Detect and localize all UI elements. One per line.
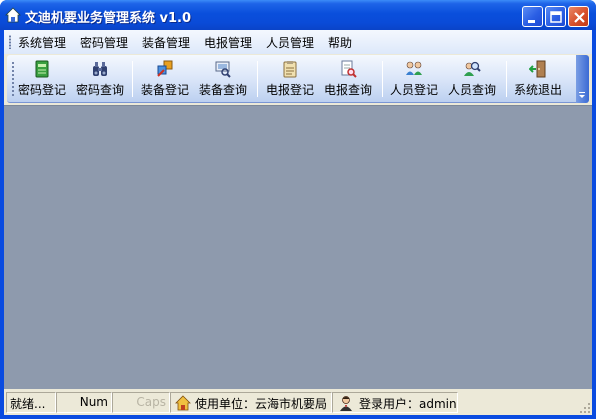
status-num: Num — [56, 392, 112, 413]
home-icon — [175, 395, 191, 411]
document-search-icon — [341, 60, 357, 78]
equipment-register-button[interactable]: 装备登记 — [139, 57, 191, 99]
system-exit-button[interactable]: 系统退出 — [512, 57, 564, 99]
minimize-button[interactable] — [522, 6, 543, 27]
toolbar-separator — [257, 61, 258, 97]
title-bar[interactable]: 文迪机要业务管理系统 v1.0 — [0, 0, 596, 30]
menu-bar: 系统管理 密码管理 装备管理 电报管理 人员管理 帮助 — [4, 30, 592, 54]
resize-grip-icon[interactable] — [579, 402, 591, 414]
status-bar: 就绪... Num Caps 使用单位：云海市机要局 登录用户：admin — [4, 389, 592, 415]
status-user-panel: 登录用户：admin — [332, 392, 458, 413]
minimize-icon — [528, 20, 535, 23]
close-icon — [574, 12, 585, 23]
status-user: 登录用户：admin — [359, 397, 457, 411]
maximize-button[interactable] — [545, 6, 566, 27]
binoculars-icon — [93, 62, 107, 76]
users-icon — [406, 61, 422, 75]
telegram-search-label: 电报查询 — [323, 83, 372, 97]
toolbar: 密码登记 密码查询 装备登记 装备查询 电报登记 电报查询 人员登记 人员查询 … — [7, 55, 589, 103]
personnel-register-button[interactable]: 人员登记 — [388, 57, 440, 99]
green-ledger-icon — [35, 60, 49, 78]
toolbar-separator — [506, 61, 507, 97]
toolbar-separator — [132, 61, 133, 97]
equipment-register-label: 装备登记 — [140, 83, 189, 97]
menu-password[interactable]: 密码管理 — [80, 34, 128, 51]
personnel-register-label: 人员登记 — [389, 83, 438, 97]
window-title: 文迪机要业务管理系统 v1.0 — [25, 11, 192, 26]
equipment-search-icon — [215, 61, 231, 78]
system-exit-label: 系统退出 — [513, 83, 562, 97]
status-ready: 就绪... — [6, 392, 56, 413]
menu-help[interactable]: 帮助 — [328, 34, 352, 51]
equipment-search-label: 装备查询 — [198, 83, 247, 97]
user-icon — [340, 396, 352, 411]
exit-door-icon — [529, 60, 546, 78]
equipment-search-button[interactable]: 装备查询 — [197, 57, 249, 99]
app-window: 文迪机要业务管理系统 v1.0 系统管理 密码管理 装备管理 电报管理 人员管理… — [0, 0, 596, 419]
menu-equipment[interactable]: 装备管理 — [142, 34, 190, 51]
status-unit: 使用单位：云海市机要局 — [195, 397, 328, 411]
close-button[interactable] — [568, 6, 589, 27]
menu-telegram[interactable]: 电报管理 — [204, 34, 252, 51]
password-register-button[interactable]: 密码登记 — [16, 57, 68, 99]
user-search-icon — [464, 61, 481, 76]
status-caps: Caps — [112, 392, 170, 413]
personnel-search-label: 人员查询 — [447, 83, 496, 97]
password-search-button[interactable]: 密码查询 — [74, 57, 126, 99]
telegram-search-button[interactable]: 电报查询 — [322, 57, 374, 99]
telegram-register-button[interactable]: 电报登记 — [264, 57, 316, 99]
toolbar-separator — [382, 61, 383, 97]
toolbar-overflow-button[interactable] — [576, 55, 589, 103]
password-register-label: 密码登记 — [17, 83, 66, 97]
toolbar-grip[interactable] — [12, 61, 14, 97]
personnel-search-button[interactable]: 人员查询 — [446, 57, 498, 99]
clipboard-icon — [283, 61, 297, 78]
client-area: 系统管理 密码管理 装备管理 电报管理 人员管理 帮助 密码登记 密码查询 装备… — [4, 30, 592, 415]
menu-system[interactable]: 系统管理 — [18, 34, 66, 51]
equipment-register-icon — [157, 60, 173, 77]
menu-personnel[interactable]: 人员管理 — [266, 34, 314, 51]
status-unit-panel: 使用单位：云海市机要局 — [170, 392, 332, 413]
menu-grip[interactable] — [9, 35, 11, 49]
telegram-register-label: 电报登记 — [265, 83, 314, 97]
chevron-down-icon — [579, 92, 585, 98]
maximize-icon — [550, 11, 562, 23]
home-app-icon — [5, 7, 21, 23]
mdi-workspace[interactable] — [4, 105, 592, 389]
password-search-label: 密码查询 — [75, 83, 124, 97]
